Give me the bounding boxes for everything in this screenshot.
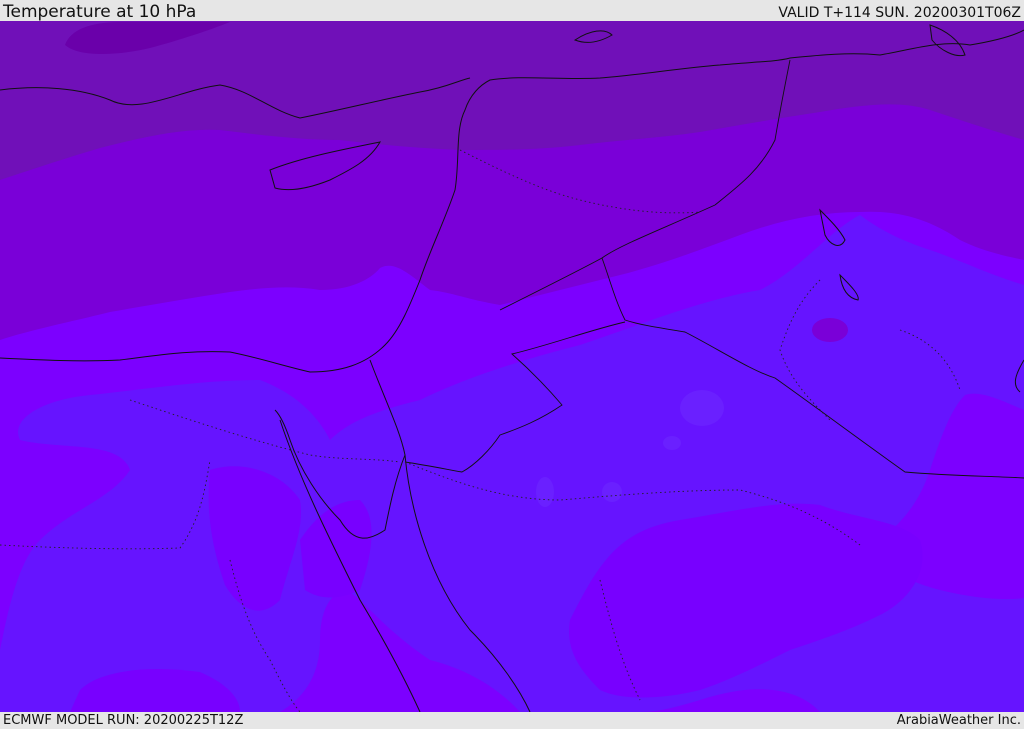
header-bar: Temperature at 10 hPa VALID T+114 SUN. 2… bbox=[0, 0, 1024, 21]
valid-time: VALID T+114 SUN. 20200301T06Z bbox=[778, 5, 1021, 21]
weather-map[interactable] bbox=[0, 21, 1024, 712]
map-title: Temperature at 10 hPa bbox=[3, 2, 197, 22]
model-run-label: ECMWF MODEL RUN: 20200225T12Z bbox=[3, 713, 244, 728]
footer-bar: ECMWF MODEL RUN: 20200225T12Z ArabiaWeat… bbox=[0, 712, 1024, 729]
temperature-blob bbox=[680, 390, 724, 426]
temperature-blob bbox=[812, 318, 848, 342]
temperature-blob bbox=[536, 477, 554, 507]
temperature-blob bbox=[663, 436, 681, 450]
temperature-blob bbox=[602, 482, 622, 502]
credit-label: ArabiaWeather Inc. bbox=[896, 713, 1021, 728]
